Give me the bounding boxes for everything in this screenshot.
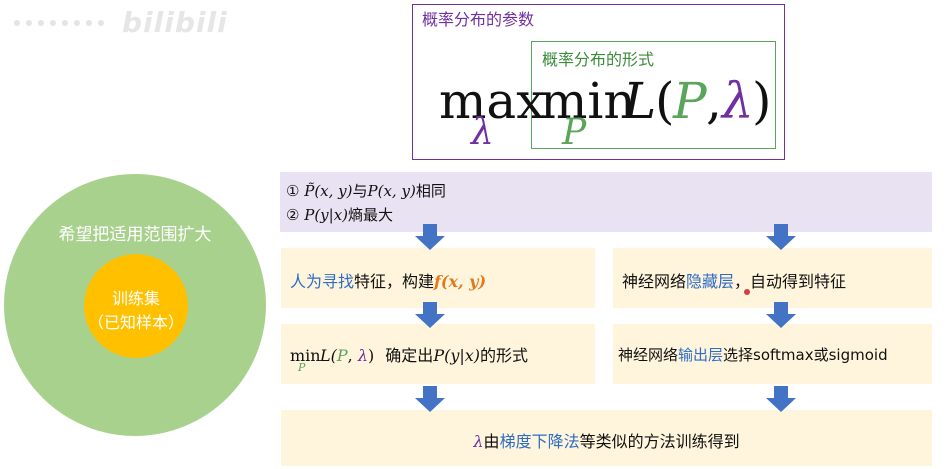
right-step-1-rest: ，自动得到特征 xyxy=(734,272,847,291)
output-layer-highlight: 输出层 xyxy=(678,346,724,364)
left-step-2-form: P(y|x) xyxy=(433,346,481,365)
left-step-2-comma: , xyxy=(347,346,358,365)
left-step-2-min-group: min P xyxy=(290,346,321,374)
right-step-2-text: 神经网络输出层选择softmax或sigmoid xyxy=(618,344,888,365)
right-step-2-rest: 选择softmax或sigmoid xyxy=(723,346,888,364)
down-arrow-icon xyxy=(415,224,445,250)
formula-min: min xyxy=(540,72,636,130)
left-step-1-highlight: 人为寻找 xyxy=(290,272,355,291)
left-step-2-rest: 确定出 xyxy=(385,346,434,365)
training-set-sublabel: （已知样本） xyxy=(87,313,184,332)
condition-1-same: 相同 xyxy=(415,182,446,200)
formula-lparen: ( xyxy=(655,72,675,130)
down-arrow-icon xyxy=(415,386,445,412)
distribution-form-label: 概率分布的形式 xyxy=(542,50,655,69)
condition-1: ① P̃(x, y)与P(x, y)相同 xyxy=(286,180,446,201)
left-step-2-min-subscript: P xyxy=(298,361,306,374)
condition-1-and: 与 xyxy=(352,182,368,200)
gradient-descent-highlight: 梯度下降法 xyxy=(499,432,580,451)
condition-2: ② P(y|x)熵最大 xyxy=(286,204,393,225)
condition-2-number: ② xyxy=(286,206,300,224)
formula-max-subscript: λ xyxy=(471,112,494,153)
bottom-lambda: λ xyxy=(473,432,484,451)
hidden-layer-highlight: 隐藏层 xyxy=(686,272,735,291)
down-arrow-icon xyxy=(766,224,796,250)
left-step-2-P: P xyxy=(336,346,348,365)
left-step-2-end: 的形式 xyxy=(480,346,529,365)
parameter-label: 概率分布的参数 xyxy=(422,10,535,29)
bottom-text-b: 等类似的方法训练得到 xyxy=(579,432,740,451)
training-set-label: 训练集 xyxy=(111,289,160,308)
down-arrow-icon xyxy=(766,302,796,328)
pointer-dot xyxy=(744,289,750,295)
watermark-dots xyxy=(14,20,104,26)
bilibili-watermark-logo: bilibili xyxy=(122,6,228,39)
left-step-2-lambda: λ xyxy=(357,346,368,365)
formula-comma: , xyxy=(706,72,722,130)
bottom-text: λ由梯度下降法等类似的方法训练得到 xyxy=(281,428,932,452)
condition-1-model: P(x, y) xyxy=(367,182,416,200)
left-step-2-close: ) xyxy=(367,346,375,365)
formula-L: L xyxy=(623,72,657,130)
down-arrow-icon xyxy=(766,386,796,412)
left-step-1-rest: 特征，构建 xyxy=(354,272,435,291)
left-step-2-text: min P L(P, λ) 确定出P(y|x)的形式 xyxy=(290,342,529,374)
condition-1-number: ① xyxy=(286,182,300,200)
formula-lambda: λ xyxy=(722,72,754,130)
formula-min-subscript: P xyxy=(562,112,587,153)
condition-1-empirical: P̃(x, y) xyxy=(304,182,353,200)
scope-circle-label: 希望把适用范围扩大 xyxy=(58,225,212,245)
condition-2-max-entropy: 熵最大 xyxy=(348,206,394,224)
formula-rparen: ) xyxy=(752,72,772,130)
right-step-1-prefix: 神经网络 xyxy=(622,272,687,291)
bottom-text-a: 由 xyxy=(483,432,500,451)
feature-function: f(x, y) xyxy=(434,272,487,291)
condition-2-conditional: P(y|x) xyxy=(304,206,349,224)
formula-P: P xyxy=(673,72,707,130)
right-step-1-text: 神经网络隐藏层，自动得到特征 xyxy=(622,268,846,292)
left-step-2-L: L( xyxy=(320,346,337,365)
down-arrow-icon xyxy=(415,302,445,328)
right-step-2-prefix: 神经网络 xyxy=(618,346,679,364)
left-step-1-text: 人为寻找特征，构建f(x, y) xyxy=(290,268,486,292)
